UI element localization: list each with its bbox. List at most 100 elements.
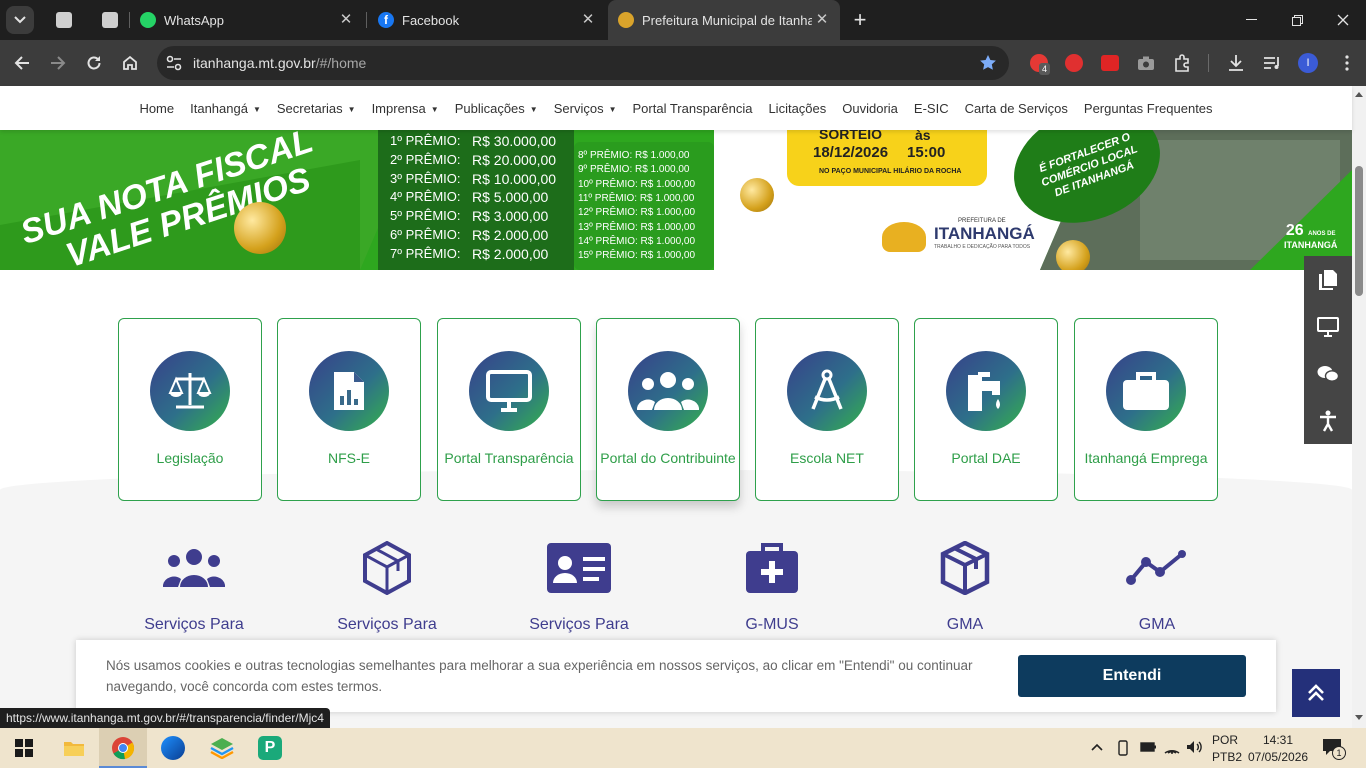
nav-item-itanhangá[interactable]: Itanhangá ▼ [190, 101, 261, 116]
quick-card-itanhang-emprega[interactable]: Itanhangá Emprega [1074, 318, 1218, 501]
tab-whatsapp[interactable]: WhatsApp ✕ [132, 0, 364, 40]
tab-facebook[interactable]: f Facebook ✕ [370, 0, 606, 40]
service-label: Serviços Para [144, 616, 244, 633]
reload-button[interactable] [79, 48, 109, 78]
battery-icon[interactable] [1140, 741, 1156, 753]
site-info-icon[interactable] [165, 54, 183, 72]
close-tab-icon[interactable]: ✕ [580, 12, 596, 28]
url-path: /#/home [315, 55, 367, 71]
nav-item-serviços[interactable]: Serviços ▼ [554, 101, 617, 116]
volume-icon[interactable] [1186, 740, 1202, 754]
page-scrollbar[interactable] [1352, 86, 1366, 728]
card-icon-circle [946, 351, 1026, 431]
logo-big: ITANHANGÁ [934, 224, 1035, 243]
documents-button[interactable] [1304, 256, 1352, 303]
notifications-button[interactable]: 1 [1322, 738, 1346, 760]
scroll-down-arrow-icon[interactable] [1355, 715, 1363, 721]
nav-item-publicações[interactable]: Publicações ▼ [455, 101, 538, 116]
site-favicon-icon [56, 12, 72, 28]
language-indicator[interactable]: POR PTB2 [1212, 732, 1242, 766]
layers-app-button[interactable] [198, 728, 246, 768]
extension-abp-button[interactable]: 4 [1024, 48, 1054, 78]
sorteio-as: às [915, 130, 931, 143]
extensions-button[interactable] [1167, 48, 1197, 78]
prize-value: R$ 2.000,00 [472, 245, 549, 262]
downloads-button[interactable] [1221, 48, 1251, 78]
scrollbar-thumb[interactable] [1355, 166, 1363, 296]
scroll-to-top-button[interactable] [1292, 669, 1340, 717]
anniversary-badge: 26 ANOS DE ITANHANGÁ [1284, 222, 1337, 250]
extension-camera-button[interactable] [1131, 48, 1161, 78]
clock[interactable]: 14:31 07/05/2026 [1248, 732, 1308, 766]
media-controls-button[interactable] [1257, 48, 1287, 78]
quick-card-portal-dae[interactable]: Portal DAE [914, 318, 1058, 501]
forward-button[interactable] [43, 48, 73, 78]
chat-button[interactable] [1304, 350, 1352, 397]
new-tab-button[interactable]: + [846, 0, 874, 40]
extension-video-button[interactable] [1095, 48, 1125, 78]
nav-item-carta-de-serviços[interactable]: Carta de Serviços [965, 101, 1068, 116]
prize-place: 1º PRÊMIO: [390, 133, 461, 148]
home-button[interactable] [115, 48, 145, 78]
logo-tag: TRABALHO E DEDICAÇÃO PARA TODOS [934, 244, 1031, 250]
screen-button[interactable] [1304, 303, 1352, 350]
browser-menu-button[interactable] [1332, 48, 1362, 78]
network-icon[interactable] [1164, 740, 1180, 754]
quick-card-escola-net[interactable]: Escola NET [755, 318, 899, 501]
close-tab-icon[interactable]: ✕ [814, 12, 830, 28]
quick-card-nfs-e[interactable]: NFS-E [277, 318, 421, 501]
nav-item-label: Home [139, 100, 175, 116]
close-window-button[interactable] [1320, 0, 1366, 40]
nav-item-imprensa[interactable]: Imprensa ▼ [372, 101, 439, 116]
tray-device-icon[interactable] [1116, 740, 1130, 756]
extension-red-hand-button[interactable] [1059, 48, 1089, 78]
show-hidden-icons-button[interactable] [1090, 740, 1104, 754]
nav-item-e-sic[interactable]: E-SIC [914, 101, 949, 116]
nav-item-secretarias[interactable]: Secretarias ▼ [277, 101, 356, 116]
card-label: NFS-E [328, 450, 370, 466]
promo-banner[interactable]: SUA NOTA FISCAL VALE PRÊMIOS 1º PRÊMIO: R… [0, 130, 1352, 270]
prize-row: 2º PRÊMIO: R$ 20.000,00 [390, 152, 556, 168]
minimize-button[interactable] [1228, 0, 1274, 40]
quick-card-legisla-o[interactable]: Legislação [118, 318, 262, 501]
pinned-tab-2[interactable] [90, 0, 130, 40]
quick-card-portal-transpar-ncia[interactable]: Portal Transparência [437, 318, 581, 501]
thunderbird-button[interactable] [149, 728, 197, 768]
nav-item-label: Carta de Serviços [964, 100, 1068, 116]
service-label: G-MUS [745, 616, 799, 633]
tab-search-button[interactable] [5, 5, 35, 35]
facebook-icon: f [378, 12, 394, 28]
profile-button[interactable]: I [1293, 48, 1323, 78]
nav-item-ouvidoria[interactable]: Ouvidoria [842, 101, 898, 116]
prize-place: 3º PRÊMIO: [390, 170, 461, 186]
start-button[interactable] [0, 728, 48, 768]
sorteio-place: NO PAÇO MUNICIPAL HILÁRIO DA ROCHA [819, 168, 962, 175]
accessibility-button[interactable] [1304, 397, 1352, 444]
back-button[interactable] [7, 48, 37, 78]
nav-item-portal-transparência[interactable]: Portal Transparência [633, 101, 753, 116]
compass-icon [807, 369, 847, 413]
clock-time: 14:31 [1262, 733, 1294, 747]
close-tab-icon[interactable]: ✕ [338, 12, 354, 28]
scroll-up-arrow-icon[interactable] [1355, 91, 1363, 97]
restore-button[interactable] [1274, 0, 1320, 40]
box-icon [933, 540, 997, 596]
card-icon-circle [309, 351, 389, 431]
extension-badge: 4 [1039, 63, 1051, 75]
pinned-tab-1[interactable] [44, 0, 84, 40]
nav-item-home[interactable]: Home [139, 101, 174, 116]
nav-item-licitações[interactable]: Licitações [768, 101, 826, 116]
tab-prefeitura[interactable]: Prefeitura Municipal de Itanhangá ✕ [608, 0, 840, 40]
accept-cookies-button[interactable]: Entendi [1018, 655, 1246, 697]
green-app-button[interactable]: P [246, 728, 294, 768]
briefcase-icon [1121, 370, 1171, 412]
draw-date-box: SORTEIO às 18/12/2026 15:00 NO PAÇO MUNI… [787, 130, 987, 186]
chrome-button[interactable] [99, 728, 147, 768]
card-label: Portal Transparência [444, 450, 574, 466]
quick-card-portal-do-contribuinte[interactable]: Portal do Contribuinte [596, 318, 740, 501]
caret-down-icon: ▼ [430, 104, 439, 114]
nav-item-perguntas-frequentes[interactable]: Perguntas Frequentes [1084, 101, 1213, 116]
bookmark-star-icon[interactable] [979, 54, 997, 72]
file-explorer-button[interactable] [50, 728, 98, 768]
address-bar[interactable]: itanhanga.mt.gov.br/#/home [157, 46, 1009, 80]
